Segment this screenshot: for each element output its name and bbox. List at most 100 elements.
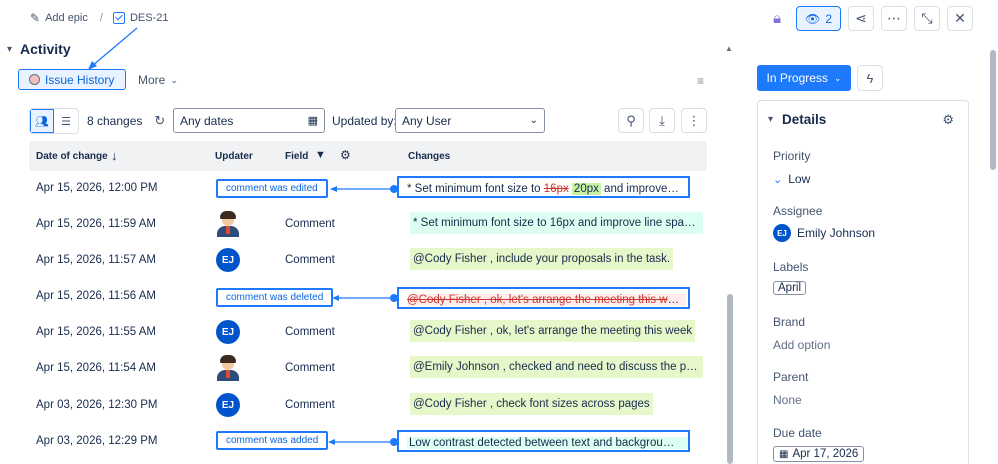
row-change: Low contrast detected between text and b… xyxy=(397,430,690,452)
date-filter-value: Any dates xyxy=(180,113,234,128)
row-change: @Cody Fisher , check font sizes across p… xyxy=(410,393,653,415)
download-button[interactable]: ⤓ xyxy=(649,108,675,133)
labels-field[interactable]: April xyxy=(773,281,807,295)
avatar[interactable]: EJ xyxy=(216,393,240,417)
table-row[interactable]: Apr 15, 2026, 11:56 AM @Cody Fisher , ok… xyxy=(29,279,707,315)
change-added-text: Low contrast detected between text and b… xyxy=(407,437,688,449)
calendar-icon: ▦ xyxy=(779,448,789,460)
download-icon: ⤓ xyxy=(659,112,665,128)
row-field: Comment xyxy=(285,399,335,411)
sort-icon[interactable]: ≡ xyxy=(697,74,704,88)
row-date: Apr 15, 2026, 11:57 AM xyxy=(36,254,156,266)
labels-label: Labels xyxy=(773,260,809,274)
table-row[interactable]: Apr 15, 2026, 11:54 AM Comment @Emily Jo… xyxy=(29,351,707,387)
avatar[interactable]: EJ xyxy=(216,248,240,272)
annotation-deleted: comment was deleted xyxy=(216,288,334,307)
filter-more-button[interactable]: ⋮ xyxy=(681,108,707,133)
activity-title: Activity xyxy=(20,41,71,57)
tab-issue-history[interactable]: Issue History xyxy=(18,69,126,90)
row-date: Apr 15, 2026, 12:00 PM xyxy=(36,182,158,194)
history-clock-icon xyxy=(29,74,40,85)
activity-scrollbar[interactable]: ▲ xyxy=(724,44,734,464)
lightning-icon: ϟ xyxy=(866,70,874,86)
table-row[interactable]: Apr 15, 2026, 11:59 AM Comment * Set min… xyxy=(29,207,707,243)
row-date: Apr 03, 2026, 12:29 PM xyxy=(36,435,158,447)
parent-field[interactable]: None xyxy=(773,393,802,407)
details-title: Details xyxy=(782,112,827,127)
chevron-down-icon: ▾ xyxy=(7,43,13,55)
view-toggle: 👥︎ ☰ xyxy=(29,108,79,134)
configure-icon[interactable]: ⚙︎ xyxy=(942,112,954,128)
table-row[interactable]: Apr 15, 2026, 11:57 AM EJ Comment @Cody … xyxy=(29,243,707,279)
scroll-thumb[interactable] xyxy=(727,294,733,464)
activity-header[interactable]: ▾ Activity xyxy=(7,41,71,57)
parent-value: None xyxy=(773,393,802,407)
table-row[interactable]: Apr 03, 2026, 12:29 PM Low contrast dete… xyxy=(29,424,707,460)
table-row[interactable]: Apr 15, 2026, 12:00 PM * Set minimum fon… xyxy=(29,171,707,207)
refresh-icon[interactable]: ↻ xyxy=(154,113,165,129)
avatar[interactable] xyxy=(216,355,240,381)
brand-field[interactable]: Add option xyxy=(773,338,830,352)
row-change: @Emily Johnson , checked and need to dis… xyxy=(410,356,703,378)
adjust-icon[interactable]: ⚙︎ xyxy=(340,148,351,162)
user-filter-value: Any User xyxy=(402,113,452,128)
user-filter-select[interactable]: Any User ⌄ xyxy=(395,108,545,133)
row-change: @Cody Fisher , include your proposals in… xyxy=(410,248,674,270)
annotation-added: comment was added xyxy=(216,431,329,450)
date-filter-select[interactable]: Any dates ▦ xyxy=(173,108,325,133)
details-panel: ▾ Details ⚙︎ Priority ⌄ Low Assignee EJ … xyxy=(757,100,969,464)
due-date-field[interactable]: ▦ Apr 17, 2026 xyxy=(773,446,865,462)
change-old-value: 16px xyxy=(543,183,569,195)
brand-label: Brand xyxy=(773,315,806,329)
more-dropdown[interactable]: More ⌄ xyxy=(138,73,178,87)
due-date-chip[interactable]: ▦ Apr 17, 2026 xyxy=(773,446,865,462)
avatar[interactable] xyxy=(216,211,240,237)
row-date: Apr 15, 2026, 11:55 AM xyxy=(36,326,156,338)
details-header[interactable]: ▾ Details xyxy=(768,112,826,127)
history-filters: 👥︎ ☰ 8 changes ↻ Any dates ▦ Updated by:… xyxy=(29,108,707,134)
chevron-down-icon: ⌄ xyxy=(170,74,178,85)
scroll-thumb[interactable] xyxy=(990,50,996,170)
avatar: EJ xyxy=(773,224,791,242)
search-icon: ⚲ xyxy=(626,112,636,128)
table-row[interactable]: Apr 15, 2026, 11:55 AM EJ Comment @Cody … xyxy=(29,315,707,351)
automation-button[interactable]: ϟ xyxy=(857,65,883,91)
search-button[interactable]: ⚲ xyxy=(618,108,644,133)
priority-field[interactable]: ⌄ Low xyxy=(773,172,810,186)
panel-scrollbar[interactable] xyxy=(988,44,998,464)
row-date: Apr 03, 2026, 12:30 PM xyxy=(36,399,158,411)
priority-value: Low xyxy=(788,172,811,186)
row-field: Comment xyxy=(285,362,335,374)
row-change: @Cody Fisher , ok, let's arrange the mee… xyxy=(410,320,696,342)
table-row[interactable]: Apr 03, 2026, 12:30 PM EJ Comment @Cody … xyxy=(29,388,707,424)
avatar[interactable]: EJ xyxy=(216,320,240,344)
chevron-down-icon: ⌄ xyxy=(529,115,538,126)
arrow-down-icon[interactable]: ↓ xyxy=(111,148,118,163)
funnel-icon[interactable]: ▼ xyxy=(315,149,326,161)
column-date[interactable]: Date of change xyxy=(36,151,108,162)
people-view-icon[interactable]: 👥︎ xyxy=(30,109,54,133)
chevron-down-icon: ⌄ xyxy=(833,72,842,83)
change-prefix: * Set minimum font size to xyxy=(407,183,544,195)
changes-count: 8 changes xyxy=(87,114,143,128)
row-date: Apr 15, 2026, 11:56 AM xyxy=(36,290,156,302)
change-deleted-text: @Cody Fisher , ok, let's arrange the mee… xyxy=(407,294,687,306)
issue-view: ✎ Add epic / DES-21 🔒︎ 👁︎ 2 ⋖ ⋯ ⤡ ✕ ▾ Ac… xyxy=(0,0,998,464)
row-field: Comment xyxy=(285,218,335,230)
chevron-down-icon: ▾ xyxy=(768,114,774,125)
history-table-header: Date of change ↓ Updater Field ▼ ⚙︎ Chan… xyxy=(29,141,707,171)
row-field: Comment xyxy=(285,326,335,338)
parent-label: Parent xyxy=(773,370,809,384)
assignee-field[interactable]: EJ Emily Johnson xyxy=(773,224,875,242)
due-date-value: Apr 17, 2026 xyxy=(792,448,859,460)
column-updater: Updater xyxy=(215,151,253,162)
row-field: Comment xyxy=(285,254,335,266)
scroll-up-icon[interactable]: ▲ xyxy=(725,44,733,53)
row-date: Apr 15, 2026, 11:54 AM xyxy=(36,362,156,374)
status-label: In Progress xyxy=(766,71,828,85)
annotation-edited: comment was edited xyxy=(216,179,328,198)
status-dropdown[interactable]: In Progress ⌄ xyxy=(757,65,851,91)
column-field: Field xyxy=(285,151,309,162)
label-tag[interactable]: April xyxy=(773,281,807,295)
timeline-view-icon[interactable]: ☰ xyxy=(54,109,78,133)
